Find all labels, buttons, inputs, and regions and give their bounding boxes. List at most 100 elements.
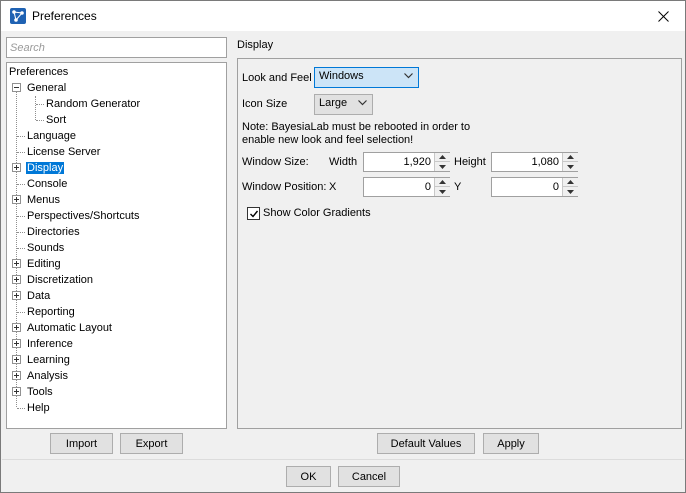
tree-item-label: Menus [27,194,61,206]
tree-connector [17,216,25,217]
tree-item[interactable]: Data [26,288,51,304]
tree-item[interactable]: Directories [26,224,81,240]
display-settings-panel [237,58,682,429]
tree-item-label: Directories [27,226,80,238]
tree-connector [35,96,36,120]
width-label: Width [329,156,358,168]
spinner-buttons [562,178,578,196]
tree-item[interactable]: Console [26,176,68,192]
tree-item[interactable]: Help [26,400,51,416]
tree-item[interactable]: Analysis [26,368,69,384]
tree-item-label: Console [27,178,68,190]
expand-icon[interactable] [12,291,21,300]
tree-item-label: Random Generator [46,98,141,110]
tree-connector [36,120,44,121]
spin-down-icon[interactable] [435,162,450,171]
cancel-button[interactable]: Cancel [338,466,400,487]
tree-item[interactable]: Automatic Layout [26,320,113,336]
tree-item[interactable]: Tools [26,384,54,400]
height-spinner[interactable]: 1,080 [491,152,578,172]
spin-up-icon[interactable] [435,153,450,162]
expand-icon[interactable] [12,323,21,332]
tree-item[interactable]: Discretization [26,272,94,288]
x-spinner[interactable]: 0 [363,177,450,197]
tree-item-label: Inference [27,338,73,350]
tree-item-label: Help [27,402,50,414]
show-color-gradients-label: Show Color Gradients [263,207,371,219]
look-and-feel-dropdown[interactable]: Windows [314,67,419,88]
tree-root[interactable]: Preferences [8,64,69,80]
tree-connector [17,232,25,233]
look-and-feel-value: Windows [319,70,364,82]
tree-root-label: Preferences [9,66,69,78]
apply-button[interactable]: Apply [483,433,539,454]
tree-item[interactable]: Menus [26,192,61,208]
tree-item[interactable]: Random Generator [45,96,141,112]
tree-item-label: Data [27,290,51,302]
icon-size-dropdown[interactable]: Large [314,94,373,115]
title-bar[interactable]: Preferences [1,1,685,31]
height-label: Height [454,156,486,168]
ok-button[interactable]: OK [286,466,331,487]
expand-icon[interactable] [12,195,21,204]
spin-up-icon[interactable] [563,153,578,162]
close-icon[interactable] [641,1,685,31]
tree-item[interactable]: Sort [45,112,67,128]
spin-down-icon[interactable] [563,187,578,196]
spinner-buttons [434,178,450,196]
tree-item-label: Automatic Layout [27,322,112,334]
tree-connector [36,104,44,105]
tree-item-label: Sounds [27,242,65,254]
expand-icon[interactable] [12,387,21,396]
y-value: 0 [552,181,559,193]
width-spinner[interactable]: 1,920 [363,152,450,172]
tree-item[interactable]: Language [26,128,77,144]
tree-item-label: Learning [27,354,70,366]
import-button[interactable]: Import [50,433,113,454]
tree-item[interactable]: Perspectives/Shortcuts [26,208,141,224]
icon-size-value: Large [319,97,348,109]
tree-item-label: Tools [27,386,53,398]
tree-item[interactable]: General [26,80,67,96]
height-value: 1,080 [531,156,559,168]
expand-icon[interactable] [12,339,21,348]
tree-item-label: General [27,82,67,94]
checkmark-icon [250,210,259,218]
show-color-gradients-checkbox[interactable] [247,207,260,220]
tree-item[interactable]: Display [26,160,65,176]
tree-item[interactable]: Reporting [26,304,76,320]
expand-icon[interactable] [12,163,21,172]
tree-item[interactable]: Inference [26,336,74,352]
look-and-feel-label: Look and Feel [242,72,312,84]
default-values-button[interactable]: Default Values [377,433,475,454]
spin-down-icon[interactable] [563,162,578,171]
spin-up-icon[interactable] [563,178,578,187]
expand-icon[interactable] [12,259,21,268]
collapse-icon[interactable] [12,83,21,92]
preferences-window: Preferences Preferences General Random Ge… [0,0,686,493]
expand-icon[interactable] [12,355,21,364]
y-spinner[interactable]: 0 [491,177,578,197]
tree-item[interactable]: Editing [26,256,62,272]
spin-up-icon[interactable] [435,178,450,187]
tree-item-label: Language [27,130,76,142]
tree-item[interactable]: Learning [26,352,71,368]
expand-icon[interactable] [12,275,21,284]
chevron-down-icon [358,100,367,106]
bayesialab-network-icon [10,8,26,24]
tree-item[interactable]: Sounds [26,240,65,256]
spin-down-icon[interactable] [435,187,450,196]
tree-connector [17,248,25,249]
tree-item[interactable]: License Server [26,144,101,160]
tree-connector [17,312,25,313]
tree-item-label: License Server [27,146,101,158]
search-input[interactable] [6,37,227,58]
y-label: Y [454,181,462,193]
section-title: Display [237,39,274,51]
window-title: Preferences [32,9,97,23]
export-button[interactable]: Export [120,433,183,454]
footer-separator [2,459,684,460]
icon-size-label: Icon Size [242,98,288,110]
preferences-tree[interactable]: Preferences General Random Generator Sort L… [6,62,227,429]
expand-icon[interactable] [12,371,21,380]
